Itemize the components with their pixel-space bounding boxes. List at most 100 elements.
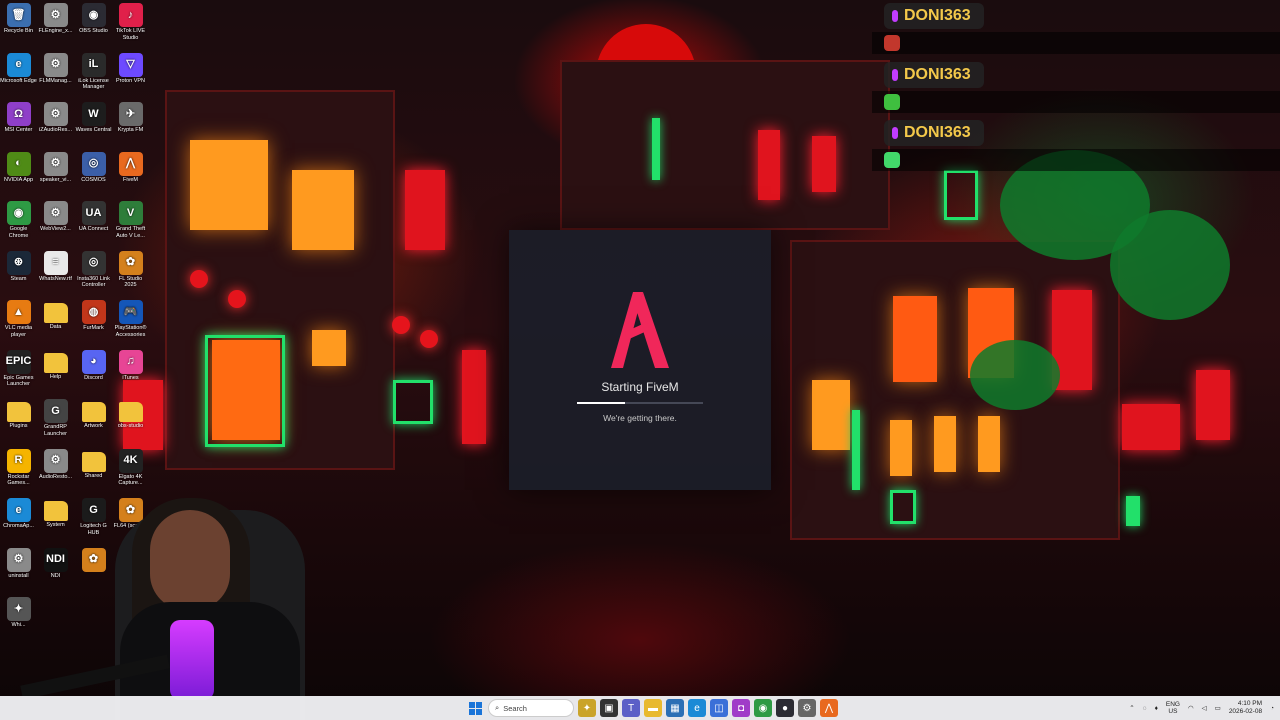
desktop-icon-label: Elgato 4K Capture... bbox=[118, 473, 143, 487]
desktop-icon[interactable]: Data bbox=[37, 300, 74, 331]
file-explorer-icon[interactable]: ▬ bbox=[644, 699, 662, 717]
desktop-app-icon: Ω bbox=[6, 102, 31, 126]
volume-icon[interactable]: ◁ bbox=[1202, 704, 1207, 712]
desktop-icon[interactable]: R Rockstar Games... bbox=[0, 448, 37, 487]
fivem-icon[interactable]: ⋀ bbox=[820, 699, 838, 717]
desktop-icon[interactable]: G GrandRP Launcher bbox=[37, 399, 74, 437]
desktop-icon[interactable]: 4K Elgato 4K Capture... bbox=[112, 448, 149, 487]
desktop-icon[interactable]: Shared bbox=[75, 449, 112, 480]
taskbar-center: ⌕ Search ✦ ▣ T ▬ ▦ e ◫ ◘ ◉ ● ⚙ ⋀ bbox=[466, 698, 838, 718]
desktop-app-icon: G bbox=[43, 399, 68, 423]
mic-icon bbox=[892, 69, 898, 81]
desktop-icon[interactable]: e Microsoft Edge bbox=[0, 52, 37, 85]
teams-icon[interactable]: T bbox=[622, 699, 640, 717]
desktop-icon[interactable]: obs-studio bbox=[112, 399, 149, 430]
settings-app-icon[interactable]: ▦ bbox=[666, 699, 684, 717]
desktop-icon[interactable]: ♪ TikTok LIVE Studio bbox=[112, 3, 149, 41]
desktop-icon[interactable]: ⚙ FLMManag... bbox=[37, 52, 74, 85]
wallpaper-window bbox=[292, 170, 354, 250]
desktop-icon[interactable]: ⚙ iZAudioRes... bbox=[37, 102, 74, 134]
desktop-icon[interactable]: ⚙ WebView2... bbox=[37, 201, 74, 233]
app-purple-icon[interactable]: ◘ bbox=[732, 699, 750, 717]
desktop-icon[interactable]: ⋀ FiveM bbox=[112, 151, 149, 184]
desktop-icon[interactable]: iL iLok License Manager bbox=[75, 52, 112, 91]
desktop-app-icon bbox=[43, 303, 68, 323]
battery-icon[interactable]: ▭ bbox=[1215, 704, 1221, 712]
task-view-icon[interactable]: ▣ bbox=[600, 699, 618, 717]
desktop-icon-label: UA Connect bbox=[78, 226, 109, 232]
desktop-icon[interactable]: ◉ Google Chrome bbox=[0, 201, 37, 239]
tray-chevron-icon[interactable]: ⌃ bbox=[1129, 704, 1134, 712]
obs-icon[interactable]: ● bbox=[776, 699, 794, 717]
desktop-icon[interactable]: V Grand Theft Auto V Le... bbox=[112, 201, 149, 239]
desktop-icon-label: Insta360 Link Controller bbox=[77, 275, 110, 289]
desktop-icon-label: Recycle Bin bbox=[3, 28, 34, 34]
chat-username: DONI363 bbox=[904, 66, 971, 83]
chat-username: DONI363 bbox=[904, 7, 971, 24]
desktop-icon-label: FL Studio 2025 bbox=[118, 275, 143, 289]
desktop-app-icon: ⚙ bbox=[43, 102, 68, 126]
desktop-icon[interactable]: ◉ OBS Studio bbox=[75, 3, 112, 35]
desktop-icon-label: Rockstar Games... bbox=[7, 473, 30, 487]
desktop-icon[interactable]: ⚙ FLEngine_x... bbox=[37, 3, 74, 35]
desktop-icon[interactable]: Artwork bbox=[75, 399, 112, 430]
wallpaper-neon-bar bbox=[1126, 496, 1140, 526]
wallpaper-neon-sign bbox=[758, 130, 780, 200]
chat-message-row bbox=[872, 149, 1280, 171]
desktop-icon[interactable]: ⊛ Steam bbox=[0, 250, 37, 283]
notification-bell-icon[interactable]: ◔ bbox=[1270, 705, 1274, 712]
desktop-icon[interactable]: ▽ Proton VPN bbox=[112, 52, 149, 85]
desktop-app-icon bbox=[118, 402, 143, 422]
desktop-icon-label: obs-studio bbox=[117, 423, 144, 429]
desktop-icon[interactable]: ⚙ speaker_vi... bbox=[37, 151, 74, 184]
chat-username: DONI363 bbox=[904, 124, 971, 141]
clock[interactable]: 4:10 PM 2026-02-08 bbox=[1229, 700, 1262, 716]
edge-icon[interactable]: e bbox=[688, 699, 706, 717]
desktop-icon[interactable]: ✿ FL Studio 2025 bbox=[112, 250, 149, 289]
language-indicator[interactable]: ENG US bbox=[1166, 701, 1180, 715]
chat-emote-icon bbox=[884, 94, 900, 110]
app-gear-icon[interactable]: ⚙ bbox=[798, 699, 816, 717]
desktop-icon[interactable]: W Waves Central bbox=[75, 102, 112, 134]
desktop-icon-label: Krypta FM bbox=[117, 127, 144, 133]
wifi-icon[interactable]: ◠ bbox=[1188, 704, 1194, 712]
splash-progress-fill bbox=[577, 402, 625, 404]
desktop-icon[interactable]: ◎ COSMOS bbox=[75, 151, 112, 184]
desktop-icon-label: OBS Studio bbox=[79, 28, 108, 34]
desktop-icon[interactable]: ◍ FurMark bbox=[75, 300, 112, 332]
desktop-icon[interactable]: ✈ Krypta FM bbox=[112, 102, 149, 134]
desktop-app-icon: ◉ bbox=[81, 3, 106, 27]
splash-subtitle: We're getting there. bbox=[603, 413, 677, 423]
taskbar-search-box[interactable]: ⌕ Search bbox=[488, 699, 574, 717]
desktop-app-icon bbox=[6, 402, 31, 422]
desktop-icon[interactable]: UA UA Connect bbox=[75, 201, 112, 233]
clock-date: 2026-02-08 bbox=[1228, 708, 1263, 715]
desktop-icon[interactable]: 🎮 PlayStation® Accessories bbox=[112, 300, 149, 338]
mic-tray-icon[interactable]: ♦ bbox=[1155, 705, 1158, 712]
desktop-app-icon: UA bbox=[81, 201, 106, 225]
desktop-icon[interactable]: ◎ Insta360 Link Controller bbox=[75, 250, 112, 289]
desktop-icon[interactable]: EPIC Epic Games Launcher bbox=[0, 349, 37, 388]
desktop-icon[interactable]: 🗑 Recycle Bin bbox=[0, 3, 37, 35]
lang-region: US bbox=[1168, 708, 1178, 715]
store-icon[interactable]: ◫ bbox=[710, 699, 728, 717]
desktop-icon[interactable]: Help bbox=[37, 350, 74, 381]
desktop-icon[interactable]: ♫ iTunes bbox=[112, 349, 149, 382]
start-button[interactable] bbox=[466, 699, 484, 717]
desktop-icon[interactable]: ◕ Discord bbox=[75, 349, 112, 382]
desktop-app-icon: W bbox=[81, 102, 106, 126]
desktop-icon[interactable]: ◐ NVIDIA App bbox=[0, 151, 37, 184]
desktop-icon[interactable]: Ω MSI Center bbox=[0, 102, 37, 134]
desktop-app-icon: 🗑 bbox=[6, 3, 31, 27]
widgets-icon[interactable]: ✦ bbox=[578, 699, 596, 717]
network-icon[interactable]: ◌ bbox=[1143, 705, 1147, 712]
chrome-icon[interactable]: ◉ bbox=[754, 699, 772, 717]
desktop-app-icon: ◉ bbox=[6, 201, 31, 225]
desktop-icon[interactable]: Plugins bbox=[0, 399, 37, 430]
search-icon: ⌕ bbox=[495, 703, 500, 712]
desktop-icon[interactable]: ▲ VLC media player bbox=[0, 300, 37, 338]
windows-logo-icon bbox=[468, 701, 475, 708]
desktop-app-icon: ▽ bbox=[118, 52, 143, 77]
desktop-icon[interactable]: ⚙ AudioResto... bbox=[37, 448, 74, 481]
desktop-icon[interactable]: ≡ WhatsNew.rtf bbox=[37, 250, 74, 283]
